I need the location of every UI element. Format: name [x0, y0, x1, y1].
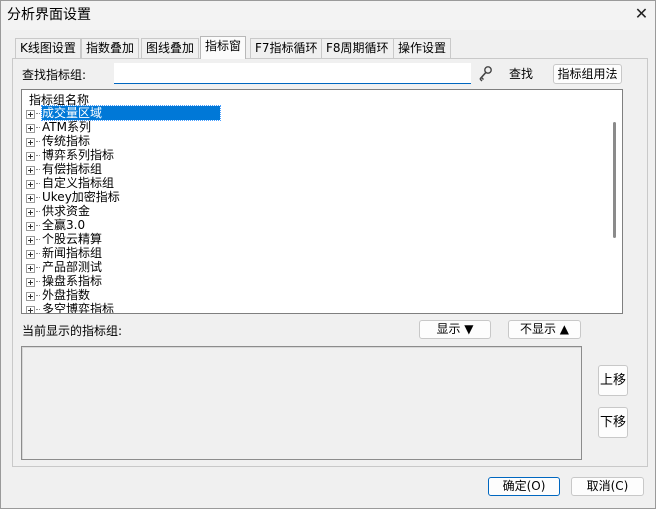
tree-item[interactable]: 全赢3.0: [26, 218, 220, 232]
tree-item-label: 有偿指标组: [42, 162, 103, 176]
tree-item-label: Ukey加密指标: [42, 190, 120, 204]
tree-item-label: 博弈系列指标: [42, 148, 115, 162]
tree-item-label: 操盘系指标: [42, 274, 103, 288]
search-input[interactable]: [114, 63, 471, 84]
tree-item-label: 成交量区域: [40, 105, 222, 121]
expand-icon[interactable]: [26, 208, 35, 217]
tab-f7-indicator-cycle[interactable]: F7指标循环: [250, 38, 323, 58]
tree-item[interactable]: 个股云精算: [26, 232, 220, 246]
expand-icon[interactable]: [26, 306, 35, 313]
tree-item-label: 产品部测试: [42, 260, 103, 274]
tree-item[interactable]: 自定义指标组: [26, 176, 220, 190]
tree-item[interactable]: 有偿指标组: [26, 162, 220, 176]
tab-chart-overlay[interactable]: 图线叠加: [141, 38, 200, 58]
indicator-group-tree[interactable]: 指标组名称 成交量区域 ATM系列 传统指标 博弈系列指标 有偿指标组 自定义指…: [21, 89, 623, 314]
expand-icon[interactable]: [26, 222, 35, 231]
tree-item[interactable]: 传统指标: [26, 134, 220, 148]
tab-f8-period-cycle[interactable]: F8周期循环: [321, 38, 394, 58]
expand-icon[interactable]: [26, 250, 35, 259]
current-groups-label: 当前显示的指标组:: [22, 324, 123, 338]
tree-item-label: 新闻指标组: [42, 246, 103, 260]
title-bar: [0, 0, 656, 30]
move-down-button[interactable]: 下移: [598, 407, 628, 438]
search-label: 查找指标组:: [22, 68, 87, 82]
tree-item[interactable]: 博弈系列指标: [26, 148, 220, 162]
expand-icon[interactable]: [26, 166, 35, 175]
cancel-button[interactable]: 取消(C): [571, 477, 644, 496]
tree-item[interactable]: 新闻指标组: [26, 246, 220, 260]
tab-indicator-window[interactable]: 指标窗: [200, 36, 247, 59]
window-title: 分析界面设置: [7, 7, 91, 23]
tree-item[interactable]: ATM系列: [26, 120, 220, 134]
expand-icon[interactable]: [26, 138, 35, 147]
expand-icon[interactable]: [26, 152, 35, 161]
tree-item-label: 自定义指标组: [42, 176, 115, 190]
tab-index-overlay[interactable]: 指数叠加: [81, 38, 140, 58]
current-groups-list[interactable]: [21, 346, 582, 460]
close-icon[interactable]: ✕: [627, 0, 656, 28]
tree-item-label: ATM系列: [42, 120, 91, 134]
tab-operation-settings[interactable]: 操作设置: [393, 38, 452, 58]
tree-item[interactable]: 供求资金: [26, 204, 220, 218]
ok-button[interactable]: 确定(O): [488, 477, 560, 496]
expand-icon[interactable]: [26, 124, 35, 133]
expand-icon[interactable]: [26, 194, 35, 203]
tree-item[interactable]: 外盘指数: [26, 288, 220, 302]
indicator-group-usage-button[interactable]: 指标组用法: [553, 64, 622, 84]
hide-button[interactable]: 不显示 ▲: [508, 320, 581, 339]
expand-icon[interactable]: [26, 110, 35, 119]
tree-item[interactable]: Ukey加密指标: [26, 190, 220, 204]
key-icon[interactable]: [477, 65, 493, 83]
tree-item-label: 供求资金: [42, 204, 91, 218]
tree-list: 成交量区域 ATM系列 传统指标 博弈系列指标 有偿指标组 自定义指标组 Uke…: [26, 105, 222, 314]
tab-kline-settings[interactable]: K线图设置: [15, 38, 81, 58]
expand-icon[interactable]: [26, 278, 35, 287]
move-up-button[interactable]: 上移: [598, 365, 628, 396]
find-button[interactable]: 查找: [496, 64, 546, 84]
tree-item-label: 全赢3.0: [42, 218, 86, 232]
expand-icon[interactable]: [26, 264, 35, 273]
tree-item[interactable]: 多空博弈指标: [26, 302, 220, 314]
show-button[interactable]: 显示 ▼: [419, 320, 491, 339]
tree-item-label: 外盘指数: [42, 288, 91, 302]
expand-icon[interactable]: [26, 236, 35, 245]
tree-item-label: 个股云精算: [42, 232, 103, 246]
expand-icon[interactable]: [26, 180, 35, 189]
tree-item[interactable]: 操盘系指标: [26, 274, 220, 288]
tree-item-label: 传统指标: [42, 134, 91, 148]
tree-item[interactable]: 成交量区域: [26, 105, 222, 121]
expand-icon[interactable]: [26, 292, 35, 301]
tree-item[interactable]: 产品部测试: [26, 260, 220, 274]
tree-item-label: 多空博弈指标: [42, 302, 115, 314]
tree-scrollbar-thumb[interactable]: [613, 122, 616, 238]
